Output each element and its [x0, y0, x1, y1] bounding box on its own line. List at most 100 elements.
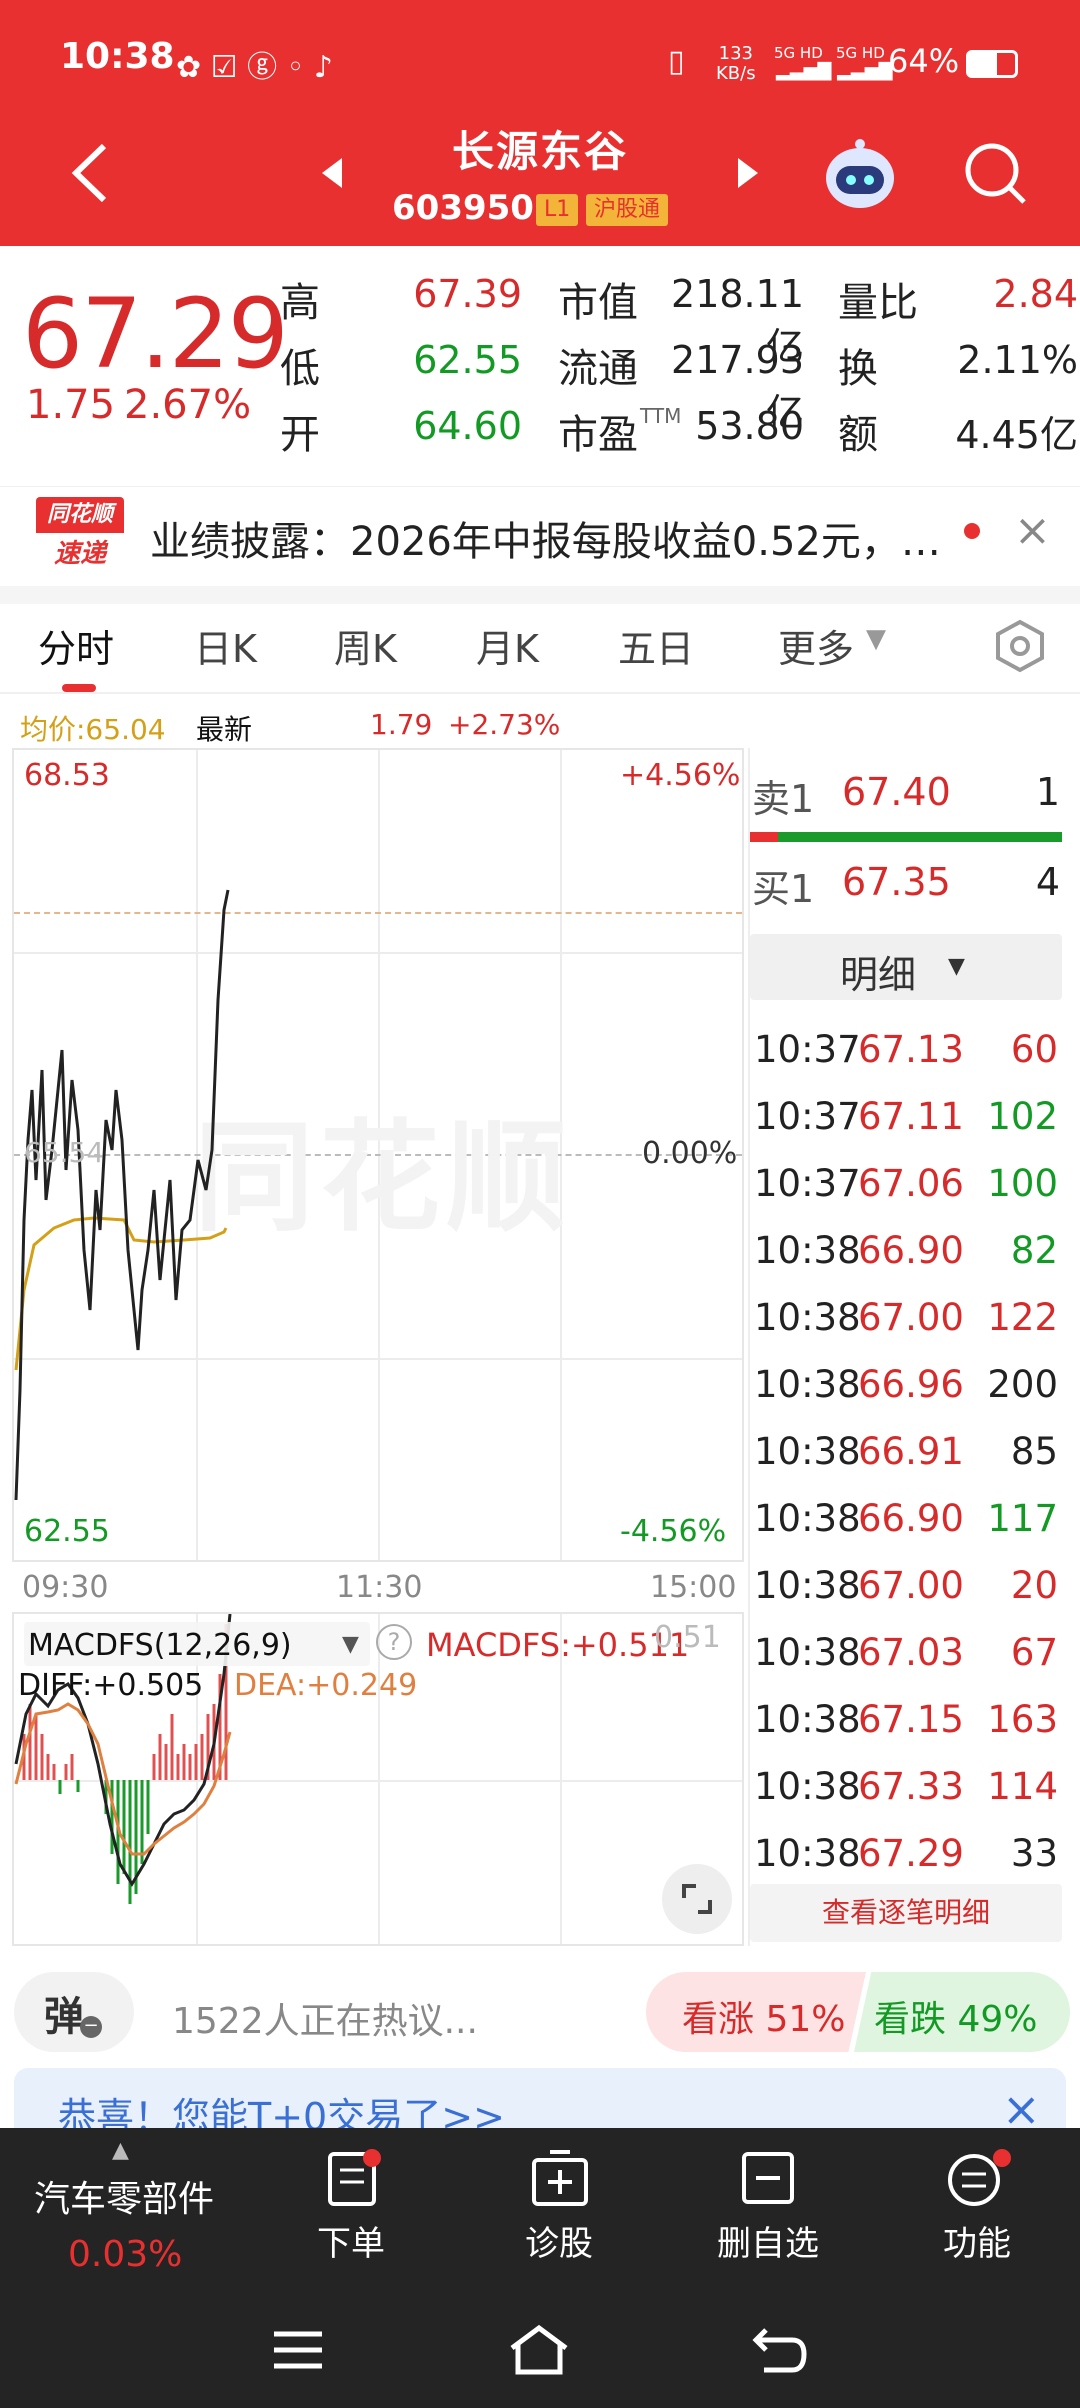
- tick-row: 10:38 67.15 163: [752, 1686, 1062, 1752]
- tick-price: 67.00: [858, 1296, 964, 1339]
- pct-max-label: +4.56%: [620, 758, 741, 793]
- settings-hex-icon[interactable]: [992, 618, 1048, 674]
- tick-price: 67.06: [858, 1162, 964, 1205]
- sector-name[interactable]: 汽车零部件: [34, 2170, 214, 2222]
- buy1-price: 67.35: [842, 860, 951, 904]
- tick-row: 10:38 66.90 117: [752, 1485, 1062, 1551]
- tab-more[interactable]: 更多: [778, 618, 854, 673]
- tick-row: 10:38 67.33 114: [752, 1753, 1062, 1819]
- tick-time: 10:38: [754, 1430, 861, 1473]
- notice-text: 业绩披露：2026年中报每股收益0.52元，…: [150, 519, 940, 565]
- tick-row: 10:38 67.29 33: [752, 1820, 1062, 1886]
- macd-ytop: 0.51: [654, 1620, 721, 1655]
- latest-label: 最新: [196, 713, 253, 746]
- tick-price: 66.91: [858, 1430, 964, 1473]
- price-line-svg: [14, 889, 230, 1501]
- tab-monthly-k[interactable]: 月K: [476, 618, 539, 673]
- tab-five-day[interactable]: 五日: [618, 618, 694, 673]
- danmaku-toggle[interactable]: 弹 −: [14, 1972, 134, 2052]
- tick-price: 67.29: [858, 1832, 964, 1875]
- turnover-value: 2.11%: [957, 338, 1078, 382]
- view-all-ticks-button[interactable]: 查看逐笔明细: [750, 1884, 1062, 1942]
- sell1-volume: 1: [1035, 770, 1060, 814]
- close-icon[interactable]: ×: [1014, 505, 1051, 556]
- macd-chart[interactable]: MACDFS(12,26,9) ▼ ? MACDFS:+0.511 0.51 D…: [12, 1612, 744, 1946]
- tick-time: 10:38: [754, 1497, 861, 1540]
- tick-volume: 85: [1010, 1430, 1058, 1473]
- battery-percent: 64%: [888, 42, 960, 80]
- indicator-name: MACDFS(12,26,9): [28, 1628, 292, 1663]
- tab-weekly-k[interactable]: 周K: [334, 618, 397, 673]
- battery-icon: [966, 50, 1018, 78]
- tick-volume: 114: [987, 1765, 1058, 1808]
- tick-time: 10:38: [754, 1363, 861, 1406]
- detail-label: 明细: [840, 953, 917, 997]
- order-icon: [328, 2149, 381, 2206]
- tick-row: 10:38 67.00 122: [752, 1284, 1062, 1350]
- robot-assistant-icon[interactable]: [820, 136, 900, 212]
- pe-sup: TTM: [640, 404, 682, 428]
- mid-pct-label: 0.00%: [642, 1136, 738, 1171]
- tick-time: 10:38: [754, 1631, 861, 1674]
- tick-row: 10:37 67.06 100: [752, 1150, 1062, 1216]
- macd-value: MACDFS:+0.511: [426, 1626, 690, 1664]
- nav-remove-watchlist[interactable]: 删自选: [706, 2216, 830, 2265]
- chevron-down-icon: ▼: [866, 624, 886, 654]
- tick-price: 67.03: [858, 1631, 964, 1674]
- indicator-selector[interactable]: MACDFS(12,26,9) ▼: [24, 1622, 370, 1666]
- tick-price: 67.11: [858, 1095, 964, 1138]
- avg-price: 均价:65.04: [20, 713, 166, 746]
- sentiment-vote: 看涨 51% 看跌 49%: [646, 1972, 1070, 2052]
- latest-change: 1.79: [370, 708, 433, 741]
- tick-row: 10:37 67.11 102: [752, 1083, 1062, 1149]
- tick-price: 66.90: [858, 1497, 964, 1540]
- tick-volume: 60: [1010, 1028, 1058, 1071]
- next-stock-icon[interactable]: [734, 154, 762, 192]
- tick-price: 67.33: [858, 1765, 964, 1808]
- search-icon[interactable]: [962, 140, 1030, 208]
- tick-time: 10:38: [754, 1698, 861, 1741]
- stock-name: 长源东谷: [451, 127, 628, 176]
- ths-express-logo: 同花顺 速递: [36, 497, 124, 573]
- float-label: 流通: [558, 346, 638, 392]
- tab-intraday[interactable]: 分时: [38, 618, 114, 673]
- discussion-count[interactable]: 1522人正在热议...: [172, 1992, 478, 2044]
- time-start: 09:30: [22, 1570, 109, 1605]
- pe-label: 市盈: [558, 412, 638, 458]
- nav-functions[interactable]: 功能: [922, 2216, 1032, 2265]
- tick-price: 67.00: [858, 1564, 964, 1607]
- vote-up-label: 看涨 51%: [682, 1999, 846, 2040]
- home-icon[interactable]: [506, 2322, 572, 2378]
- price-change: 1.75: [26, 382, 116, 428]
- tick-volume: 122: [987, 1296, 1058, 1339]
- vr-label: 量比: [838, 280, 918, 326]
- fullscreen-button[interactable]: [662, 1864, 732, 1934]
- back-nav-icon[interactable]: [752, 2324, 808, 2376]
- news-ticker[interactable]: 同花顺 速递 业绩披露：2026年中报每股收益0.52元，… ×: [0, 486, 1080, 586]
- intraday-chart[interactable]: 同花顺 68.53 62.55 +4.56% -4.56% 65.54 0.00…: [12, 748, 744, 1562]
- open-label: 开: [280, 412, 320, 458]
- help-icon[interactable]: ?: [376, 1624, 412, 1660]
- tab-daily-k[interactable]: 日K: [194, 618, 257, 673]
- sell1-label: 卖1: [752, 777, 815, 821]
- signal-bars-icon: ▂▃▅▇ ▂▃▅▇: [776, 60, 893, 81]
- nav-order[interactable]: 下单: [296, 2216, 406, 2265]
- y-min-label: 62.55: [24, 1514, 110, 1549]
- tick-price: 66.96: [858, 1363, 964, 1406]
- tick-row: 10:38 67.03 67: [752, 1619, 1062, 1685]
- tick-time: 10:37: [754, 1162, 861, 1205]
- menu-icon[interactable]: [272, 2328, 324, 2372]
- detail-dropdown[interactable]: 明细 ▼: [750, 934, 1062, 1000]
- diagnose-icon: [532, 2150, 588, 2206]
- net-speed: 133 KB/s: [716, 43, 756, 84]
- tick-volume: 163: [987, 1698, 1058, 1741]
- vote-down-label: 看跌 49%: [874, 1999, 1038, 2040]
- latest-change-pct: +2.73%: [448, 708, 561, 741]
- chevron-up-icon: ▲: [112, 2138, 129, 2163]
- time-mid: 11:30: [336, 1570, 423, 1605]
- tick-price: 67.13: [858, 1028, 964, 1071]
- tick-time: 10:38: [754, 1296, 861, 1339]
- nav-diagnose[interactable]: 诊股: [504, 2216, 614, 2265]
- vibrate-icon: ▯: [668, 44, 685, 79]
- app-header: 10:38 ✿ ☑ ⓖ ◦ ♪ ▯ 133 KB/s 5G HD 5G HD ▂▃…: [0, 0, 1080, 246]
